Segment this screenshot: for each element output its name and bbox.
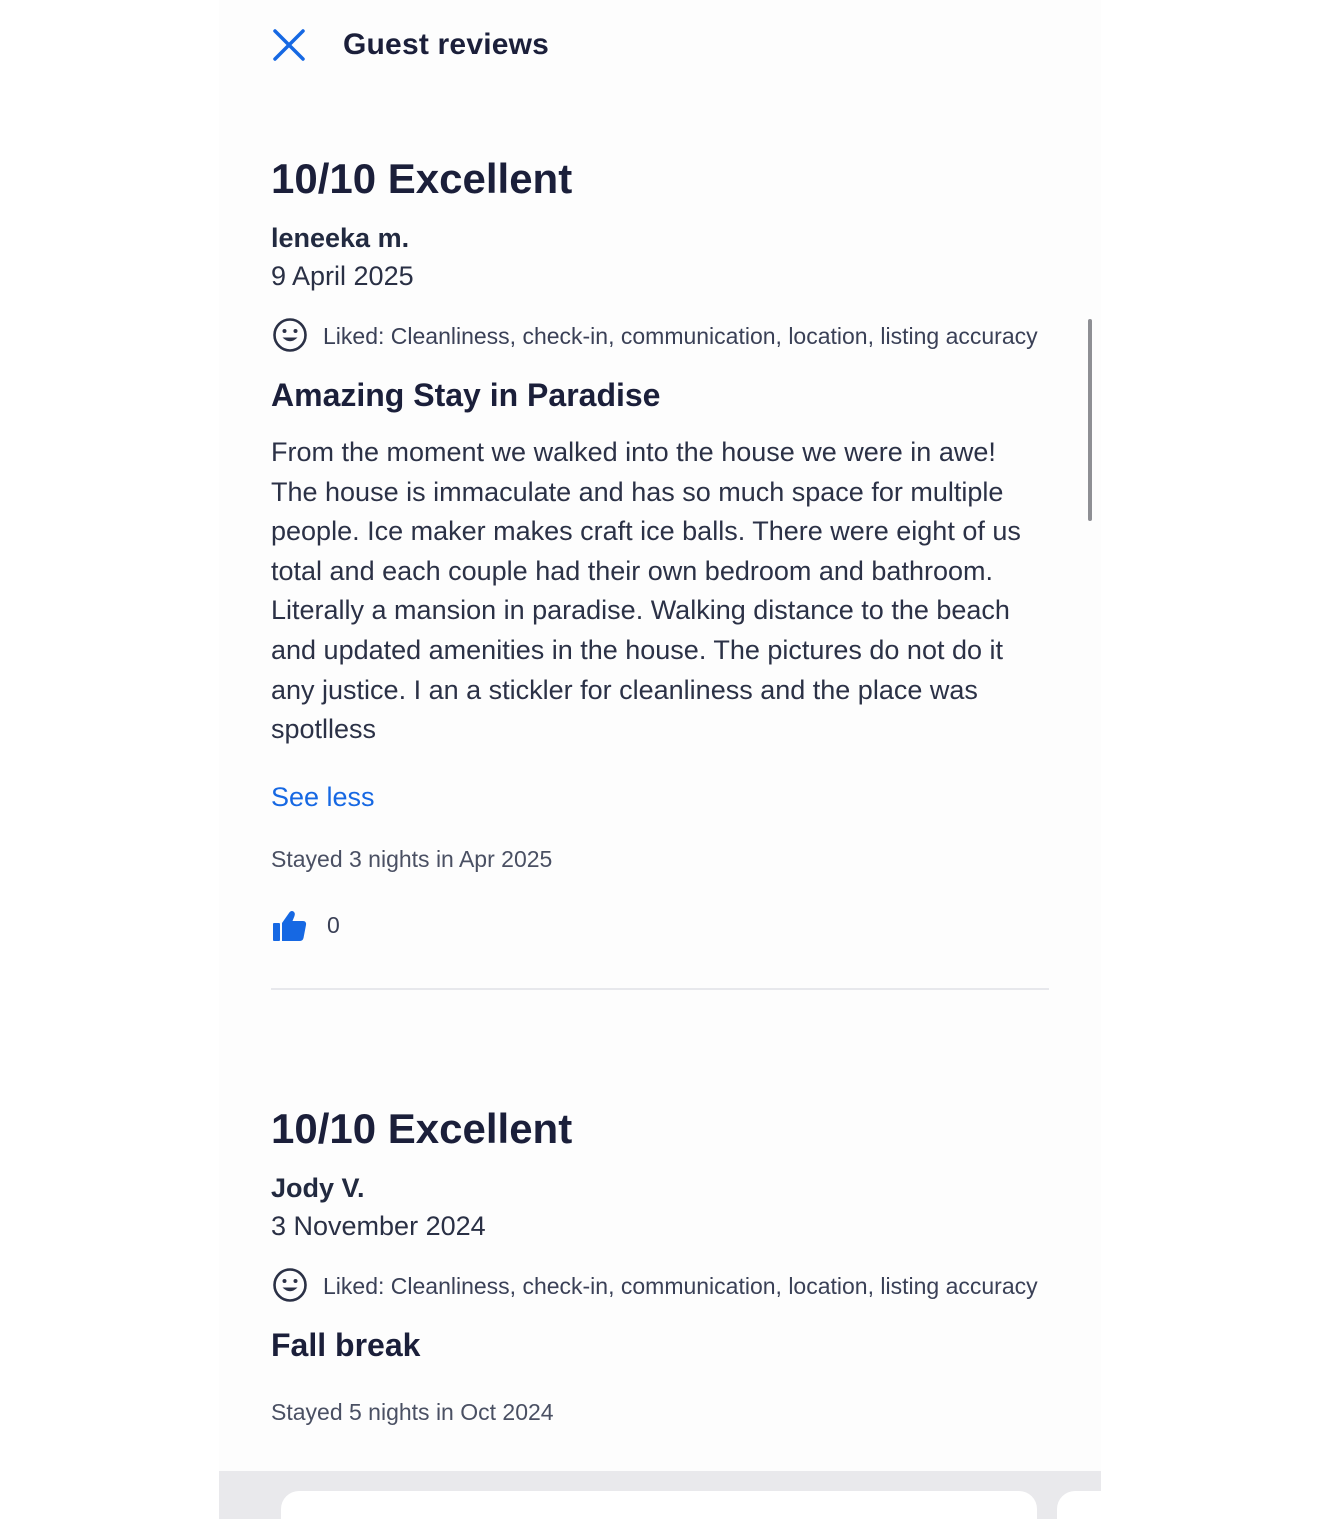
helpful-row: 0 (271, 906, 1049, 946)
scrollbar[interactable] (1088, 319, 1092, 521)
review-author: leneeka m. (271, 223, 410, 253)
review-card: 10/10 Excellent leneeka m. 9 April 2025 … (271, 150, 1049, 990)
review-date: 9 April 2025 (271, 261, 414, 291)
close-icon (273, 29, 305, 61)
review-score: 10/10 Excellent (271, 1105, 573, 1152)
guest-reviews-panel: Guest reviews 10/10 Excellent leneeka m.… (219, 0, 1101, 1519)
review-title: Amazing Stay in Paradise (271, 377, 661, 413)
review-author: Jody V. (271, 1173, 365, 1203)
see-less-link[interactable]: See less (271, 780, 375, 814)
bottom-bar (219, 1471, 1101, 1519)
reviews-list: 10/10 Excellent leneeka m. 9 April 2025 … (271, 150, 1049, 1425)
smiley-icon (273, 318, 307, 352)
bottom-card[interactable] (281, 1491, 1037, 1519)
helpful-count: 0 (327, 912, 340, 939)
page-title: Guest reviews (343, 28, 550, 61)
liked-text: Liked: Cleanliness, check-in, communicat… (323, 323, 1038, 349)
smiley-icon (273, 1268, 307, 1302)
stay-info: Stayed 5 nights in Oct 2024 (271, 1399, 554, 1425)
bottom-card-secondary[interactable] (1057, 1491, 1101, 1519)
review-date: 3 November 2024 (271, 1211, 486, 1241)
stay-info: Stayed 3 nights in Apr 2025 (271, 845, 553, 872)
divider (271, 987, 1049, 990)
review-title: Fall break (271, 1327, 421, 1363)
close-button[interactable] (271, 23, 311, 67)
review-score: 10/10 Excellent (271, 155, 573, 202)
thumbs-up-icon[interactable] (271, 907, 309, 945)
review-liked: Liked: Cleanliness, check-in, communicat… (271, 1266, 1049, 1307)
header: Guest reviews (271, 22, 549, 68)
review-card: 10/10 Excellent Jody V. 3 November 2024 … (271, 1100, 1049, 1429)
liked-text: Liked: Cleanliness, check-in, communicat… (323, 1273, 1038, 1299)
review-body: From the moment we walked into the house… (271, 437, 1021, 745)
review-liked: Liked: Cleanliness, check-in, communicat… (271, 316, 1049, 357)
